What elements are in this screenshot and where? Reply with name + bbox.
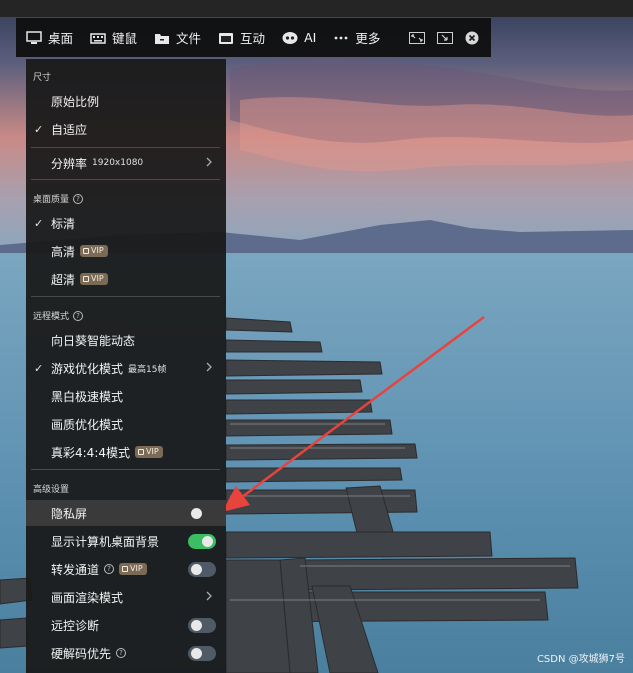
toolbar-desktop[interactable]: 桌面 [26, 28, 73, 47]
menu-item-diagnose[interactable]: 远控诊断 [26, 612, 226, 638]
remote-toolbar: 桌面 键鼠 文件 互动 AI 更多 [16, 18, 491, 57]
vip-badge: VIP [119, 563, 147, 575]
menu-item-privacy-screen[interactable]: 隐私屏 [26, 500, 226, 526]
toolbar-minimize-button[interactable] [437, 29, 454, 47]
menu-item-original-ratio[interactable]: 原始比例 [26, 88, 226, 114]
monitor-icon [26, 30, 42, 44]
lock-icon [83, 248, 90, 254]
chevron-right-icon [206, 591, 212, 601]
interact-icon [219, 32, 234, 44]
chevron-right-icon [206, 362, 212, 372]
divider [31, 469, 220, 470]
menu-item-standard[interactable]: ✓ 标清 [26, 210, 226, 236]
help-icon: ? [104, 564, 115, 574]
relay-channel-toggle[interactable] [188, 562, 216, 577]
menu-item-picture-mode[interactable]: 画质优化模式 [26, 411, 226, 437]
menu-item-bw-mode[interactable]: 黑白极速模式 [26, 383, 226, 409]
toolbar-more[interactable]: 更多 [333, 28, 380, 47]
menu-item-resolution[interactable]: 分辨率 1920x1080 [26, 150, 226, 176]
menu-item-smart-dynamic[interactable]: 向日葵智能动态 [26, 327, 226, 353]
more-dots-icon [334, 36, 348, 39]
menu-item-true-color[interactable]: 真彩4:4:4模式 VIP [26, 439, 226, 465]
ai-eyes-icon [282, 31, 298, 44]
menu-item-game-mode[interactable]: ✓ 游戏优化模式 最高15帧 [26, 355, 226, 381]
toolbar-fit-window-button[interactable] [409, 29, 426, 47]
hw-decode-toggle[interactable] [188, 646, 216, 661]
menu-item-hd[interactable]: 高清 VIP [26, 238, 226, 264]
lock-icon [138, 449, 144, 455]
show-bg-toggle[interactable] [188, 534, 216, 549]
menu-item-uhd[interactable]: 超清 VIP [26, 266, 226, 292]
section-quality: 桌面质量? [33, 192, 84, 205]
chevron-right-icon [206, 157, 212, 167]
close-circle-icon [465, 31, 479, 44]
menu-item-render-mode[interactable]: 画面渲染模式 [26, 584, 226, 610]
toolbar-ai[interactable]: AI [282, 30, 316, 45]
vip-badge: VIP [80, 273, 108, 285]
folder-icon [155, 33, 170, 44]
section-remote-mode: 远程模式? [33, 309, 84, 322]
vip-badge: VIP [80, 245, 108, 257]
minimize-window-icon [437, 31, 454, 44]
checkmark-icon: ✓ [34, 361, 44, 375]
lock-icon [83, 276, 90, 282]
divider [31, 147, 220, 148]
csdn-watermark: CSDN @攻城狮7号 [536, 654, 625, 665]
divider [31, 296, 220, 297]
toolbar-desktop-label: 桌面 [48, 31, 74, 46]
window-top-strip [0, 0, 633, 17]
toolbar-keymouse[interactable]: 键鼠 [90, 28, 137, 47]
diagnose-toggle[interactable] [188, 618, 216, 633]
toolbar-keymouse-label: 键鼠 [112, 31, 138, 46]
toolbar-close-button[interactable] [465, 29, 479, 47]
vip-badge: VIP [135, 446, 163, 458]
help-icon: ? [73, 193, 84, 204]
toolbar-interact-label: 互动 [240, 31, 266, 46]
checkmark-icon: ✓ [34, 122, 44, 136]
toolbar-more-label: 更多 [355, 31, 381, 46]
help-icon: ? [116, 648, 127, 658]
toolbar-file[interactable]: 文件 [154, 28, 201, 47]
section-advanced: 高级设置 [33, 485, 70, 495]
toolbar-file-label: 文件 [176, 31, 202, 46]
section-size: 尺寸 [33, 73, 52, 83]
display-settings-menu: 尺寸 原始比例 ✓ 自适应 分辨率 1920x1080 桌面质量? ✓ 标清 高… [26, 59, 226, 673]
lock-icon [122, 566, 129, 572]
keyboard-icon [90, 32, 106, 44]
checkmark-icon: ✓ [34, 216, 44, 230]
menu-item-relay-channel[interactable]: 转发通道 ? VIP [26, 556, 226, 582]
menu-item-adaptive[interactable]: ✓ 自适应 [26, 116, 226, 142]
menu-item-show-bg[interactable]: 显示计算机桌面背景 [26, 528, 226, 554]
privacy-screen-toggle[interactable] [188, 506, 216, 521]
menu-item-hw-decode[interactable]: 硬解码优先 ? [26, 640, 226, 666]
fit-window-icon [409, 31, 426, 44]
divider [31, 179, 220, 180]
help-icon: ? [73, 310, 84, 321]
toolbar-interact[interactable]: 互动 [218, 28, 265, 47]
toolbar-ai-label: AI [304, 30, 317, 45]
